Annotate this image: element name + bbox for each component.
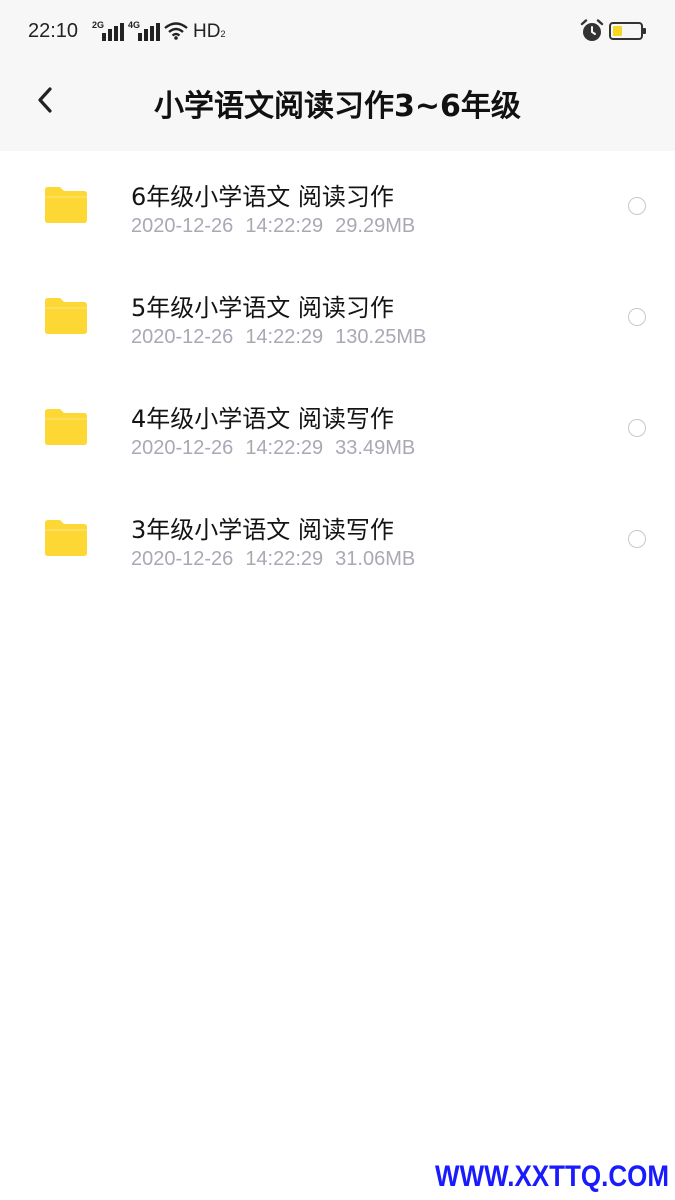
- file-name: 4年级小学语文 阅读写作: [131, 405, 394, 433]
- battery-level: [613, 26, 622, 36]
- file-name: 5年级小学语文 阅读习作: [131, 294, 394, 322]
- status-bar: 22:10 2G 4G HD2: [0, 0, 675, 50]
- folder-icon: [45, 187, 87, 223]
- file-name: 6年级小学语文 阅读习作: [131, 183, 394, 211]
- list-item[interactable]: 5年级小学语文 阅读习作 2020-12-26 14:22:29 130.25MB: [0, 262, 675, 373]
- select-radio[interactable]: [628, 308, 646, 326]
- file-size: 33.49MB: [335, 437, 416, 459]
- file-date: 2020-12-26: [131, 326, 234, 348]
- file-time: 14:22:29: [245, 215, 324, 237]
- battery-icon: [609, 22, 646, 40]
- folder-icon: [45, 409, 87, 445]
- file-time: 14:22:29: [245, 548, 324, 570]
- file-name: 3年级小学语文 阅读写作: [131, 516, 394, 544]
- file-meta: 2020-12-26 14:22:29 29.29MB: [131, 215, 415, 238]
- select-radio[interactable]: [628, 419, 646, 437]
- app-header: 小学语文阅读习作3~6年级: [0, 50, 675, 151]
- file-list: 6年级小学语文 阅读习作 2020-12-26 14:22:29 29.29MB 5…: [0, 151, 675, 595]
- file-time: 14:22:29: [245, 326, 324, 348]
- file-date: 2020-12-26: [131, 548, 234, 570]
- select-radio[interactable]: [628, 197, 646, 215]
- folder-icon: [45, 520, 87, 556]
- file-size: 29.29MB: [335, 215, 416, 237]
- file-meta: 2020-12-26 14:22:29 130.25MB: [131, 326, 426, 349]
- alarm-clock-icon: [580, 19, 604, 41]
- file-size: 31.06MB: [335, 548, 416, 570]
- file-meta: 2020-12-26 14:22:29 33.49MB: [131, 437, 415, 460]
- list-item[interactable]: 6年级小学语文 阅读习作 2020-12-26 14:22:29 29.29MB: [0, 151, 675, 262]
- file-date: 2020-12-26: [131, 437, 234, 459]
- file-size: 130.25MB: [335, 326, 427, 348]
- file-date: 2020-12-26: [131, 215, 234, 237]
- page-title: 小学语文阅读习作3~6年级: [154, 89, 521, 124]
- watermark: WWW.XXTTQ.COM: [435, 1158, 669, 1193]
- folder-icon: [45, 298, 87, 334]
- list-item[interactable]: 4年级小学语文 阅读写作 2020-12-26 14:22:29 33.49MB: [0, 373, 675, 484]
- file-time: 14:22:29: [245, 437, 324, 459]
- file-meta: 2020-12-26 14:22:29 31.06MB: [131, 548, 415, 571]
- network-type-indicator: HD2: [193, 21, 226, 42]
- select-radio[interactable]: [628, 530, 646, 548]
- status-time: 22:10: [28, 20, 79, 42]
- list-item[interactable]: 3年级小学语文 阅读写作 2020-12-26 14:22:29 31.06MB: [0, 484, 675, 595]
- wifi-icon: [164, 22, 188, 40]
